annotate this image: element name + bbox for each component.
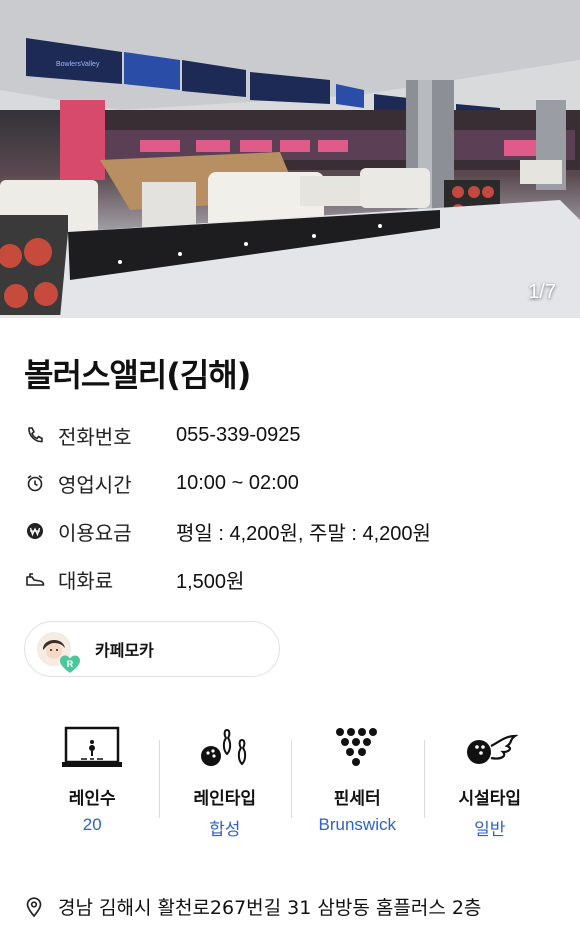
info-row-hours: 영업시간 10:00 ~ 02:00 (24, 468, 564, 498)
shoe-icon (24, 568, 46, 590)
stat-label: 핀세터 (333, 789, 381, 809)
shoe-value: 1,500원 (176, 570, 245, 593)
lane-icon (61, 720, 123, 770)
info-row-phone[interactable]: 전화번호 055-339-0925 (24, 420, 564, 450)
hours-value: 10:00 ~ 02:00 (176, 471, 299, 494)
reviewer-chip[interactable]: R 카페모카 (24, 621, 280, 677)
venue-photo[interactable]: BowlersValley 1/7 (0, 0, 580, 318)
avatar: R (37, 632, 80, 673)
stat-label: 레인수 (68, 789, 116, 809)
stat-label: 시설타입 (458, 789, 522, 809)
badge-heart-icon: R (60, 655, 80, 673)
stat-facility-type: 시설타입 일반 (423, 720, 557, 840)
info-label: 이용요금 (58, 520, 132, 545)
info-label: 대화료 (58, 568, 114, 593)
info-label: 영업시간 (58, 472, 132, 497)
reviewer-name: 카페모카 (95, 641, 154, 660)
won-icon (24, 520, 46, 542)
address-row[interactable]: 경남 김해시 활천로267번길 31 삼방동 홈플러스 2층 (24, 893, 481, 920)
venue-title: 볼러스앨리(김해) (24, 356, 251, 394)
stat-lanes: 레인수 20 (26, 720, 159, 840)
stat-value: 일반 (474, 820, 506, 839)
ball-pins-icon (195, 720, 255, 770)
facility-icon (461, 720, 519, 770)
photo-counter: 1/7 (528, 281, 556, 303)
info-row-shoe: 대화료 1,500원 (24, 564, 564, 594)
stat-label: 레인타입 (193, 789, 257, 809)
badge-letter: R (67, 659, 74, 669)
alarm-clock-icon (24, 472, 46, 494)
info-label: 전화번호 (58, 424, 132, 449)
stat-value: 20 (82, 815, 102, 834)
pinsetter-icon (332, 720, 382, 770)
address-text: 경남 김해시 활천로267번길 31 삼방동 홈플러스 2층 (58, 897, 482, 919)
location-pin-icon (24, 896, 44, 917)
stat-pinsetter: 핀세터 Brunswick (291, 720, 424, 840)
stat-value: Brunswick (318, 815, 396, 834)
phone-value[interactable]: 055-339-0925 (176, 424, 301, 447)
info-row-price: 이용요금 평일 : 4,200원, 주말 : 4,200원 (24, 516, 564, 546)
stat-value: 합성 (209, 820, 241, 839)
signage-text: BowlersValley (56, 61, 100, 68)
price-value: 평일 : 4,200원, 주말 : 4,200원 (176, 522, 431, 545)
stat-lane-type: 레인타입 합성 (158, 720, 292, 840)
bowling-alley-photo: BowlersValley (0, 0, 580, 318)
facility-stats: 레인수 20 레인타입 합성 핀세터 Brunswick 시설타입 일반 (26, 720, 556, 840)
phone-icon (24, 424, 46, 446)
